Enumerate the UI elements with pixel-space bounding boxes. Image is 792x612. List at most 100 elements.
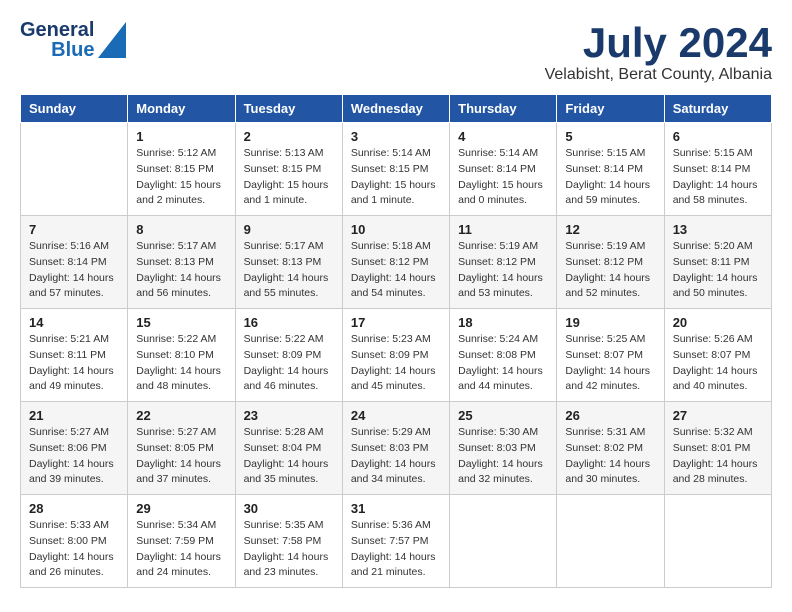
calendar-cell: 17Sunrise: 5:23 AMSunset: 8:09 PMDayligh… — [342, 309, 449, 402]
day-info: Sunrise: 5:12 AMSunset: 8:15 PMDaylight:… — [136, 146, 226, 209]
day-info: Sunrise: 5:24 AMSunset: 8:08 PMDaylight:… — [458, 332, 548, 395]
day-info: Sunrise: 5:26 AMSunset: 8:07 PMDaylight:… — [673, 332, 763, 395]
day-info: Sunrise: 5:18 AMSunset: 8:12 PMDaylight:… — [351, 239, 441, 302]
calendar-cell: 11 Sunrise: 5:19 AMSunset: 8:12 PMDayligh… — [450, 216, 557, 309]
calendar-cell: 12Sunrise: 5:19 AMSunset: 8:12 PMDayligh… — [557, 216, 664, 309]
day-info: Sunrise: 5:21 AMSunset: 8:11 PMDaylight:… — [29, 332, 119, 395]
month-title: July 2024 — [545, 20, 772, 66]
day-number: 3 — [351, 129, 441, 144]
day-info: Sunrise: 5:16 AMSunset: 8:14 PMDaylight:… — [29, 239, 119, 302]
day-number: 23 — [244, 408, 334, 423]
calendar-cell: 19 Sunrise: 5:25 AMSunset: 8:07 PMDayligh… — [557, 309, 664, 402]
day-number: 21 — [29, 408, 119, 423]
calendar-cell — [21, 123, 128, 216]
day-info: Sunrise: 5:22 AMSunset: 8:09 PMDaylight:… — [244, 332, 334, 395]
calendar-cell: 9Sunrise: 5:17 AMSunset: 8:13 PMDaylight… — [235, 216, 342, 309]
calendar-header-wednesday: Wednesday — [342, 95, 449, 123]
day-info: Sunrise: 5:14 AMSunset: 8:15 PMDaylight:… — [351, 146, 441, 209]
day-info: Sunrise: 5:33 AMSunset: 8:00 PMDaylight:… — [29, 518, 119, 581]
day-number: 22 — [136, 408, 226, 423]
calendar-cell: 31 Sunrise: 5:36 AMSunset: 7:57 PMDayligh… — [342, 495, 449, 588]
day-info: Sunrise: 5:36 AMSunset: 7:57 PMDaylight:… — [351, 518, 441, 581]
day-info: Sunrise: 5:20 AMSunset: 8:11 PMDaylight:… — [673, 239, 763, 302]
calendar-week-3: 14Sunrise: 5:21 AMSunset: 8:11 PMDayligh… — [21, 309, 772, 402]
day-number: 30 — [244, 501, 334, 516]
calendar-week-1: 1 Sunrise: 5:12 AMSunset: 8:15 PMDaylight… — [21, 123, 772, 216]
day-info: Sunrise: 5:22 AMSunset: 8:10 PMDaylight:… — [136, 332, 226, 395]
day-number: 9 — [244, 222, 334, 237]
calendar-cell: 15 Sunrise: 5:22 AMSunset: 8:10 PMDayligh… — [128, 309, 235, 402]
day-number: 11 — [458, 222, 548, 237]
calendar-cell: 4Sunrise: 5:14 AMSunset: 8:14 PMDaylight… — [450, 123, 557, 216]
calendar-cell: 20Sunrise: 5:26 AMSunset: 8:07 PMDayligh… — [664, 309, 771, 402]
calendar-header-saturday: Saturday — [664, 95, 771, 123]
header: General Blue July 2024 Velabisht, Berat … — [20, 20, 772, 84]
calendar-cell: 22 Sunrise: 5:27 AMSunset: 8:05 PMDayligh… — [128, 402, 235, 495]
subtitle: Velabisht, Berat County, Albania — [545, 66, 772, 84]
calendar-cell: 21Sunrise: 5:27 AMSunset: 8:06 PMDayligh… — [21, 402, 128, 495]
day-number: 6 — [673, 129, 763, 144]
day-number: 19 — [565, 315, 655, 330]
day-number: 8 — [136, 222, 226, 237]
calendar-cell: 27 Sunrise: 5:32 AMSunset: 8:01 PMDayligh… — [664, 402, 771, 495]
calendar-week-4: 21Sunrise: 5:27 AMSunset: 8:06 PMDayligh… — [21, 402, 772, 495]
day-info: Sunrise: 5:15 AMSunset: 8:14 PMDaylight:… — [565, 146, 655, 209]
day-info: Sunrise: 5:30 AMSunset: 8:03 PMDaylight:… — [458, 425, 548, 488]
day-info: Sunrise: 5:25 AMSunset: 8:07 PMDaylight:… — [565, 332, 655, 395]
day-number: 18 — [458, 315, 548, 330]
day-info: Sunrise: 5:19 AMSunset: 8:12 PMDaylight:… — [458, 239, 548, 302]
day-info: Sunrise: 5:23 AMSunset: 8:09 PMDaylight:… — [351, 332, 441, 395]
day-number: 1 — [136, 129, 226, 144]
day-number: 13 — [673, 222, 763, 237]
day-number: 2 — [244, 129, 334, 144]
calendar-header-monday: Monday — [128, 95, 235, 123]
day-number: 10 — [351, 222, 441, 237]
calendar-cell: 2Sunrise: 5:13 AMSunset: 8:15 PMDaylight… — [235, 123, 342, 216]
calendar-cell: 28 Sunrise: 5:33 AMSunset: 8:00 PMDayligh… — [21, 495, 128, 588]
calendar-week-5: 28 Sunrise: 5:33 AMSunset: 8:00 PMDayligh… — [21, 495, 772, 588]
calendar-cell: 6 Sunrise: 5:15 AMSunset: 8:14 PMDaylight… — [664, 123, 771, 216]
calendar-header-sunday: Sunday — [21, 95, 128, 123]
day-info: Sunrise: 5:35 AMSunset: 7:58 PMDaylight:… — [244, 518, 334, 581]
logo-icon — [98, 22, 126, 58]
calendar-cell: 25 Sunrise: 5:30 AMSunset: 8:03 PMDayligh… — [450, 402, 557, 495]
calendar-cell: 24Sunrise: 5:29 AMSunset: 8:03 PMDayligh… — [342, 402, 449, 495]
day-number: 28 — [29, 501, 119, 516]
day-number: 31 — [351, 501, 441, 516]
calendar-cell: 10 Sunrise: 5:18 AMSunset: 8:12 PMDayligh… — [342, 216, 449, 309]
day-number: 24 — [351, 408, 441, 423]
calendar-cell: 29Sunrise: 5:34 AMSunset: 7:59 PMDayligh… — [128, 495, 235, 588]
calendar-cell — [557, 495, 664, 588]
day-info: Sunrise: 5:27 AMSunset: 8:05 PMDaylight:… — [136, 425, 226, 488]
day-number: 25 — [458, 408, 548, 423]
calendar-header-friday: Friday — [557, 95, 664, 123]
day-number: 15 — [136, 315, 226, 330]
day-info: Sunrise: 5:17 AMSunset: 8:13 PMDaylight:… — [136, 239, 226, 302]
calendar-cell: 14Sunrise: 5:21 AMSunset: 8:11 PMDayligh… — [21, 309, 128, 402]
logo-line2: Blue — [51, 40, 94, 60]
logo: General Blue — [20, 20, 126, 60]
calendar-cell: 16 Sunrise: 5:22 AMSunset: 8:09 PMDayligh… — [235, 309, 342, 402]
day-number: 16 — [244, 315, 334, 330]
calendar-cell: 23 Sunrise: 5:28 AMSunset: 8:04 PMDayligh… — [235, 402, 342, 495]
title-area: July 2024 Velabisht, Berat County, Alban… — [545, 20, 772, 84]
calendar-cell: 5 Sunrise: 5:15 AMSunset: 8:14 PMDaylight… — [557, 123, 664, 216]
day-info: Sunrise: 5:15 AMSunset: 8:14 PMDaylight:… — [673, 146, 763, 209]
calendar-cell: 30 Sunrise: 5:35 AMSunset: 7:58 PMDayligh… — [235, 495, 342, 588]
day-number: 29 — [136, 501, 226, 516]
day-number: 27 — [673, 408, 763, 423]
calendar-cell: 1 Sunrise: 5:12 AMSunset: 8:15 PMDaylight… — [128, 123, 235, 216]
calendar-header-tuesday: Tuesday — [235, 95, 342, 123]
day-info: Sunrise: 5:14 AMSunset: 8:14 PMDaylight:… — [458, 146, 548, 209]
calendar-cell: 13 Sunrise: 5:20 AMSunset: 8:11 PMDayligh… — [664, 216, 771, 309]
day-info: Sunrise: 5:31 AMSunset: 8:02 PMDaylight:… — [565, 425, 655, 488]
day-info: Sunrise: 5:28 AMSunset: 8:04 PMDaylight:… — [244, 425, 334, 488]
calendar-cell: 7Sunrise: 5:16 AMSunset: 8:14 PMDaylight… — [21, 216, 128, 309]
calendar: SundayMondayTuesdayWednesdayThursdayFrid… — [20, 94, 772, 588]
day-number: 5 — [565, 129, 655, 144]
day-info: Sunrise: 5:32 AMSunset: 8:01 PMDaylight:… — [673, 425, 763, 488]
day-number: 26 — [565, 408, 655, 423]
calendar-cell — [450, 495, 557, 588]
calendar-cell — [664, 495, 771, 588]
calendar-week-2: 7Sunrise: 5:16 AMSunset: 8:14 PMDaylight… — [21, 216, 772, 309]
